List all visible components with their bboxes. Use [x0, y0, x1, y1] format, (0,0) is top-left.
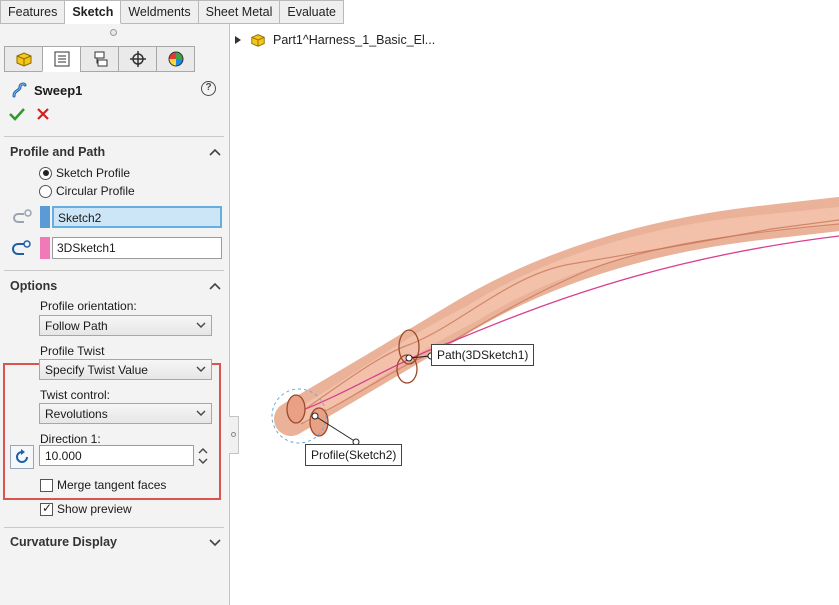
tab-sketch[interactable]: Sketch [65, 0, 122, 24]
manager-tabs [4, 46, 195, 72]
direction-1-input[interactable]: 10.000 [39, 445, 194, 466]
sketch-profile-radio[interactable] [39, 166, 52, 180]
chevron-down-icon [196, 322, 206, 328]
part-icon [251, 34, 265, 47]
merge-tangent-faces-checkbox[interactable] [40, 478, 53, 492]
divider [4, 136, 224, 137]
section-profile-and-path[interactable]: Profile and Path [10, 145, 222, 159]
chevron-up-icon[interactable] [208, 147, 222, 157]
tab-features[interactable]: Features [0, 0, 66, 24]
section-heading: Options [10, 279, 58, 293]
profile-orientation-select[interactable]: Follow Path [39, 315, 212, 336]
sweep-preview-graphic[interactable] [231, 24, 839, 605]
property-manager-tab[interactable] [42, 46, 81, 72]
path-selection-box[interactable]: 3DSketch1 [52, 237, 222, 259]
profile-selection-box[interactable]: Sketch2 [52, 206, 222, 228]
tree-node-label: Part1^Harness_1_Basic_El... [273, 33, 436, 47]
expand-arrow-icon[interactable] [235, 36, 241, 44]
spinner-arrows-icon[interactable] [196, 445, 210, 467]
tab-sheet-metal[interactable]: Sheet Metal [198, 0, 281, 24]
profile-twist-select[interactable]: Specify Twist Value [39, 359, 212, 380]
profile-selection-row: Sketch2 [10, 206, 222, 228]
ok-checkmark-icon[interactable] [9, 107, 25, 121]
twist-control-select[interactable]: Revolutions [39, 403, 212, 424]
sketch-profile-option[interactable]: Sketch Profile [39, 166, 130, 180]
selected-value: Follow Path [45, 319, 108, 333]
section-heading: Curvature Display [10, 535, 117, 549]
crosshair-icon [129, 51, 146, 67]
dimxpert-manager-tab[interactable] [118, 46, 157, 72]
rotate-direction-icon [16, 449, 28, 463]
show-preview-option[interactable]: Show preview [40, 501, 132, 516]
appearance-sphere-icon [168, 51, 183, 67]
divider [4, 527, 224, 528]
property-list-icon [54, 51, 69, 67]
chevron-up-icon[interactable] [208, 281, 222, 291]
command-manager-tabs: Features Sketch Weldments Sheet Metal Ev… [0, 0, 345, 24]
chevron-down-icon [196, 410, 206, 416]
reverse-direction-button[interactable] [10, 445, 34, 469]
path-icon [12, 240, 31, 255]
property-manager-panel: Sweep1 ? Profile and Path Sketch Profile… [0, 24, 230, 605]
feature-tree-root[interactable]: Part1^Harness_1_Basic_El... [235, 32, 435, 48]
divider [4, 270, 224, 271]
circular-profile-option[interactable]: Circular Profile [39, 184, 135, 198]
direction-1-label: Direction 1: [40, 432, 101, 446]
configuration-manager-tab[interactable] [80, 46, 119, 72]
merge-tangent-faces-option[interactable]: Merge tangent faces [40, 478, 166, 492]
configuration-icon [94, 51, 107, 67]
display-manager-tab[interactable] [156, 46, 195, 72]
section-heading: Profile and Path [10, 145, 106, 159]
tab-weldments[interactable]: Weldments [121, 0, 199, 24]
tab-evaluate[interactable]: Evaluate [280, 0, 345, 24]
circular-profile-radio[interactable] [39, 184, 52, 198]
feature-title-label: Sweep1 [34, 82, 83, 98]
part-icon [16, 52, 31, 67]
checkbox-label: Show preview [57, 502, 132, 516]
path-selection-row: 3DSketch1 [10, 237, 222, 259]
help-icon[interactable]: ? [201, 81, 216, 96]
profile-twist-label: Profile Twist [40, 344, 105, 358]
graphics-viewport[interactable]: Part1^Harness_1_Basic_El... Path(3DSketc… [231, 24, 839, 605]
twist-control-label: Twist control: [40, 388, 111, 402]
profile-color-swatch [40, 206, 50, 228]
show-preview-checkbox[interactable] [40, 501, 53, 516]
chevron-down-icon[interactable] [208, 537, 222, 547]
selected-value: Specify Twist Value [45, 363, 148, 377]
sweep-icon [12, 82, 27, 98]
selected-value: Revolutions [45, 407, 108, 421]
section-curvature-display[interactable]: Curvature Display [10, 535, 222, 549]
path-color-swatch [40, 237, 50, 259]
chevron-down-icon [196, 366, 206, 372]
feature-title: Sweep1 [10, 81, 82, 99]
path-callout[interactable]: Path(3DSketch1) [431, 344, 535, 366]
profile-orientation-label: Profile orientation: [40, 299, 137, 313]
feature-manager-tab[interactable] [4, 46, 43, 72]
profile-icon [13, 209, 32, 223]
cancel-x-icon[interactable] [36, 107, 50, 121]
checkbox-label: Merge tangent faces [57, 478, 167, 492]
section-options[interactable]: Options [10, 279, 222, 293]
radio-label: Circular Profile [56, 184, 135, 198]
panel-grip-handle[interactable] [110, 29, 117, 36]
radio-label: Sketch Profile [56, 166, 131, 180]
profile-callout[interactable]: Profile(Sketch2) [305, 444, 403, 466]
